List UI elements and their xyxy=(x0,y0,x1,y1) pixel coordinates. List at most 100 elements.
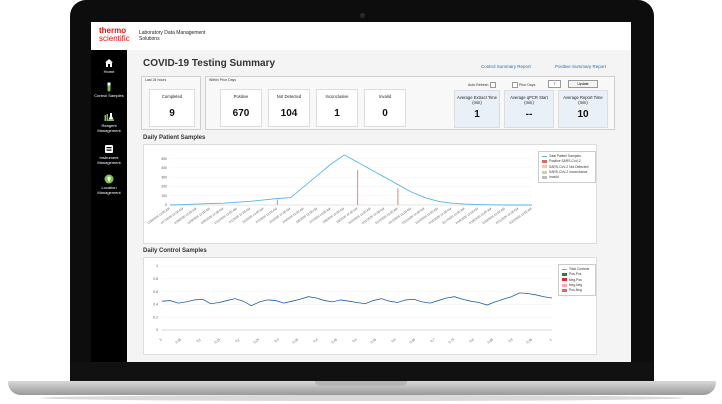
camera-icon xyxy=(360,13,365,18)
legend-swatch xyxy=(542,155,547,157)
legend-swatch xyxy=(542,159,547,163)
sidebar-item-reagent-management[interactable]: Reagent Management xyxy=(91,112,127,133)
sidebar-item-home[interactable]: Home xyxy=(91,58,127,75)
card-value: 104 xyxy=(280,107,298,119)
card-label: Average Report Time (min) xyxy=(563,95,603,105)
legend-swatch xyxy=(562,278,567,282)
x-tick-label: 0.75 xyxy=(448,337,456,344)
legend-label: Neg-Neg xyxy=(569,282,583,287)
not-detected-card: Not Detected 104 xyxy=(268,89,310,127)
control-chart-title: Daily Control Samples xyxy=(143,248,207,254)
legend-item: Neg-Pos xyxy=(562,278,582,282)
sidebar-item-label: Reagent Management xyxy=(97,123,121,133)
legend-label: Total Controls xyxy=(569,267,590,271)
panel-label: Within Prior Days xyxy=(209,78,237,82)
y-tick-label: 200 xyxy=(161,185,167,189)
last-24-panel: Last 24 hours Completed 9 xyxy=(141,76,201,130)
card-value: 1 xyxy=(334,107,340,119)
card-label: Not Detected xyxy=(276,94,302,99)
y-tick-label: 1 xyxy=(156,264,158,268)
sidebar-item-location-management[interactable]: Location Management xyxy=(91,174,127,195)
legend-item: SARS-CoV-2 Inconclusive xyxy=(542,170,587,174)
x-tick-label: 0.8 xyxy=(469,337,475,343)
x-tick-label: 0.2 xyxy=(235,337,241,343)
control-chart: 0 0.2 0.4 0.6 0.8 1 0 0.05 0.1 0.15 0.2 0.25 0.3 0.35… xyxy=(153,264,553,344)
x-tick-label: 0.9 xyxy=(508,337,514,343)
x-tick-label: 1 xyxy=(549,337,553,341)
auto-refresh-control[interactable]: Auto Refresh xyxy=(468,82,497,88)
patient-chart-box: 0 100 200 300 400 500 1/26/2020 12:00 AM 1/27/2… xyxy=(143,144,597,244)
y-tick-label: 0.2 xyxy=(153,315,158,319)
legend-swatch xyxy=(542,165,547,169)
completed-card: Completed 9 xyxy=(149,89,195,127)
laptop-notch xyxy=(315,381,407,386)
legend-item: Pos-Pos xyxy=(562,272,581,276)
sidebar-item-label: Location Management xyxy=(97,185,121,195)
brand-logo-sub: scientific xyxy=(99,34,130,43)
sidebar-item-control-samples[interactable]: Control Samples xyxy=(91,82,127,99)
total-controls-line xyxy=(161,292,553,307)
control-legend: Total Controls Pos-Pos Neg-Pos Neg-Neg Pos-N… xyxy=(558,264,596,296)
flask-icon xyxy=(104,113,114,121)
update-button[interactable]: Update xyxy=(568,80,598,88)
x-tick-label: 0.85 xyxy=(487,337,495,344)
total-patient-line xyxy=(169,154,532,206)
instrument-icon xyxy=(105,145,113,153)
laptop-shadow xyxy=(40,395,684,401)
prior-days-checkbox[interactable] xyxy=(512,82,518,88)
positive-summary-link[interactable]: Positive Summary Report xyxy=(555,64,606,69)
sidebar-item-label: Home xyxy=(103,69,115,74)
control-summary-link[interactable]: Control Summary Report xyxy=(481,64,531,69)
legend-swatch xyxy=(542,175,547,179)
card-label: Invalid xyxy=(378,94,392,99)
legend-label: Pos-Pos xyxy=(569,272,582,277)
legend-item: Pos-Neg xyxy=(562,288,582,292)
legend-item: Neg-Neg xyxy=(562,283,582,287)
inconclusive-card: Inconclusive 1 xyxy=(316,89,358,127)
legend-label: SARS-CoV-2 Inconclusive xyxy=(549,169,588,174)
card-value: 9 xyxy=(169,107,175,119)
x-tick-label: 0.6 xyxy=(391,337,397,343)
y-tick-label: 0.4 xyxy=(153,303,158,307)
y-tick-label: 500 xyxy=(161,157,167,161)
legend-label: Positive SARS-CoV-2 xyxy=(549,159,581,164)
auto-refresh-label: Auto Refresh xyxy=(468,82,489,87)
patient-chart: 01002003004005001/26/2020 12:00 AM1/27/2… xyxy=(146,154,533,225)
card-label: Average qPCR Start (min) xyxy=(510,95,548,105)
legend-item: Invalid xyxy=(542,175,559,179)
legend-label: Neg-Pos xyxy=(569,277,582,282)
patient-chart-title: Daily Patient Samples xyxy=(143,135,206,141)
card-value: 0 xyxy=(382,107,388,119)
positive-card: Positive 670 xyxy=(220,89,262,127)
card-label: Inconclusive xyxy=(325,94,349,99)
legend-item: Total Patient Samples xyxy=(542,154,581,158)
x-tick-label: 0.15 xyxy=(214,337,222,344)
card-value: -- xyxy=(525,109,533,120)
x-tick-label: 0.3 xyxy=(274,337,280,343)
legend-swatch xyxy=(542,170,547,174)
avg-extract-time-card: Average Extract Time (min) 1 xyxy=(454,90,500,128)
y-tick-label: 0 xyxy=(156,328,158,332)
prior-days-select[interactable]: 7 xyxy=(548,80,561,88)
legend-item: Total Controls xyxy=(562,267,589,271)
x-tick-label: 0.95 xyxy=(526,337,534,344)
app-name: Laboratory Data Management Solutions xyxy=(139,30,206,42)
location-icon xyxy=(104,174,114,184)
x-tick-label: 0.1 xyxy=(196,337,202,343)
legend-label: Total Patient Samples xyxy=(549,154,581,158)
legend-label: SARS-CoV-2 Not Detected xyxy=(549,164,589,169)
x-tick-label: 0.35 xyxy=(292,337,300,344)
legend-swatch xyxy=(562,288,567,292)
card-value: 1 xyxy=(474,109,480,120)
sidebar-item-instrument-management[interactable]: Instrument Management xyxy=(91,144,127,165)
control-chart-box: 0 0.2 0.4 0.6 0.8 1 0 0.05 0.1 0.15 0.2 0.25 0.3 0.35… xyxy=(143,257,597,355)
x-tick-label: 0.05 xyxy=(175,337,183,344)
laptop-bezel xyxy=(70,362,654,382)
invalid-card: Invalid 0 xyxy=(364,89,406,127)
y-tick-label: 400 xyxy=(161,166,167,170)
legend-swatch xyxy=(562,283,567,287)
legend-label: Pos-Neg xyxy=(569,288,582,293)
auto-refresh-checkbox[interactable] xyxy=(490,82,497,88)
x-tick-label: 0.5 xyxy=(352,337,358,343)
app-header: thermo scientific Laboratory Data Manage… xyxy=(91,22,631,51)
